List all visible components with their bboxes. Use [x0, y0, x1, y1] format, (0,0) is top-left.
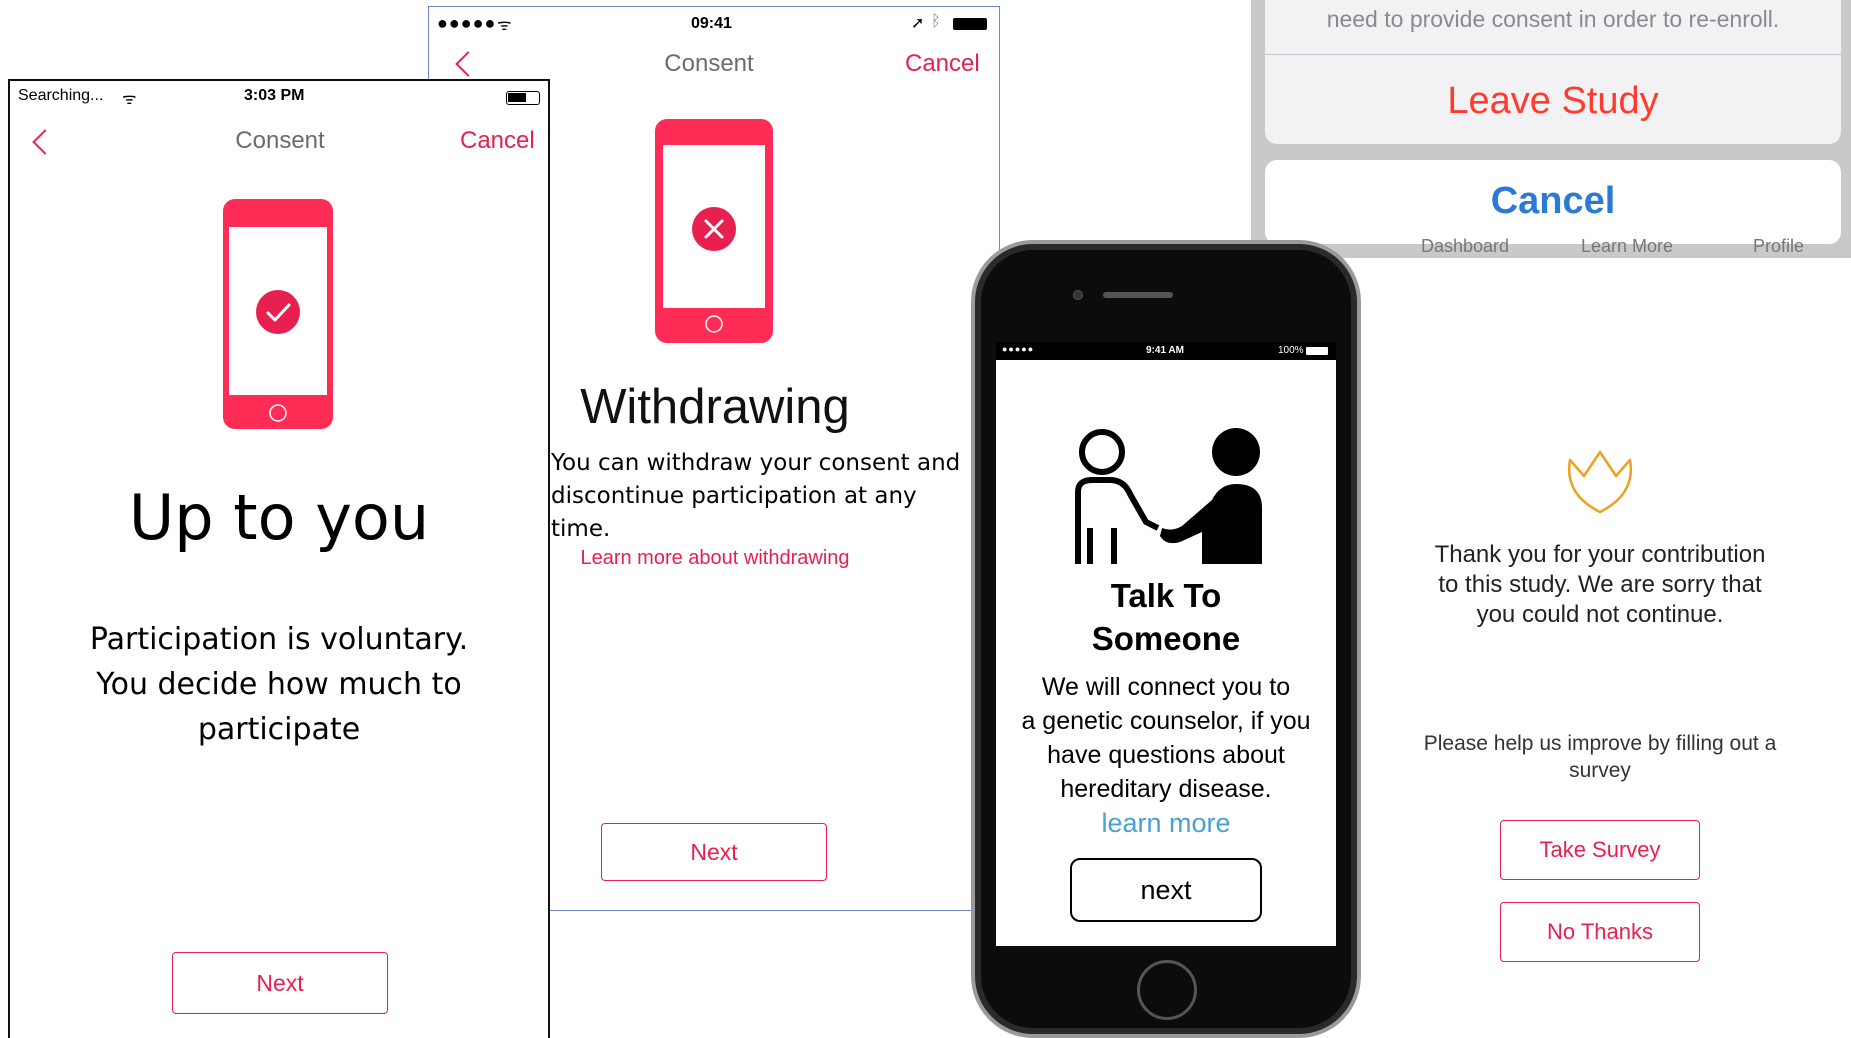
battery-icon	[1306, 347, 1328, 355]
counselor-body: We will connect you to a genetic counsel…	[1021, 673, 1311, 803]
nav-title: Consent	[664, 50, 754, 77]
signal-icon: ●●●●●	[437, 13, 497, 33]
back-button[interactable]	[32, 129, 58, 155]
status-time: 09:41	[691, 15, 732, 32]
tab-dashboard[interactable]: Dashboard	[1421, 236, 1509, 257]
survey-prompt: Please help us improve by filling out a …	[1423, 732, 1777, 782]
tab-learn-more[interactable]: Learn More	[1581, 236, 1673, 257]
thank-you-screen: Thank you for your contribution to this …	[1360, 258, 1851, 1038]
phone-status-time: 9:41 AM	[1146, 345, 1184, 356]
phone-mockup: ●●●●● 9:41 AM 100% Talk To Someone We wi…	[971, 240, 1361, 1038]
leave-study-action-sheet: need to provide consent in order to re-e…	[1251, 0, 1851, 258]
front-camera	[1073, 290, 1083, 300]
nav-title: Consent	[235, 127, 325, 154]
learn-more-link[interactable]: learn more	[996, 808, 1336, 839]
checkmark-icon	[256, 290, 300, 334]
no-thanks-button[interactable]: No Thanks	[1500, 902, 1700, 962]
cancel-button[interactable]: Cancel	[1265, 160, 1841, 244]
carrier-status: Searching...	[18, 87, 104, 104]
cancel-link[interactable]: Cancel	[905, 50, 980, 78]
withdraw-body: You can withdraw your consent and discon…	[549, 447, 974, 546]
phone-x-illustration	[655, 119, 773, 343]
speaker-grille	[1103, 292, 1173, 298]
phone-status-bar: ●●●●● 9:41 AM 100%	[996, 342, 1336, 360]
status-bar: Searching... ᯤ 3:03 PM	[10, 87, 548, 109]
phone-screen: ●●●●● 9:41 AM 100% Talk To Someone We wi…	[996, 342, 1336, 946]
location-icon: ➚	[911, 15, 925, 32]
cancel-button-label: Cancel	[1490, 180, 1616, 222]
status-time: 3:03 PM	[244, 87, 305, 104]
action-sheet-group: need to provide consent in order to re-e…	[1265, 0, 1841, 144]
status-bar: ●●●●● ᯤ 09:41 ➚ ᛒ	[429, 13, 999, 35]
cancel-link[interactable]: Cancel	[460, 127, 535, 155]
wifi-icon: ᯤ	[122, 91, 137, 108]
bluetooth-icon: ᛒ	[931, 13, 941, 30]
next-button[interactable]: next	[1070, 858, 1262, 922]
participation-body: Participation is voluntary. You decide h…	[89, 622, 469, 747]
battery-percent: 100%	[1278, 345, 1304, 356]
up-to-you-screen: Searching... ᯤ 3:03 PM Consent Cancel Up…	[8, 79, 550, 1038]
signal-icon: ●●●●●	[1002, 344, 1035, 354]
phone-check-illustration	[223, 199, 333, 429]
next-button[interactable]: Next	[601, 823, 827, 881]
home-button[interactable]	[1137, 960, 1197, 1020]
tab-profile[interactable]: Profile	[1753, 236, 1804, 257]
next-button[interactable]: Next	[172, 952, 388, 1014]
counselor-handshake-icon	[1075, 428, 1262, 564]
talk-to-someone-title: Talk To Someone	[1091, 577, 1241, 657]
battery-icon	[506, 91, 540, 105]
back-button[interactable]	[455, 51, 481, 77]
action-sheet-message: need to provide consent in order to re-e…	[1326, 6, 1780, 32]
take-survey-button[interactable]: Take Survey	[1500, 820, 1700, 880]
tulip-icon	[1567, 450, 1633, 514]
leave-study-button[interactable]: Leave Study	[1265, 80, 1841, 123]
wifi-icon: ᯤ	[497, 17, 512, 34]
thank-you-message: Thank you for your contribution to this …	[1434, 541, 1766, 628]
battery-icon	[953, 18, 987, 30]
up-to-you-heading: Up to you	[128, 481, 430, 554]
